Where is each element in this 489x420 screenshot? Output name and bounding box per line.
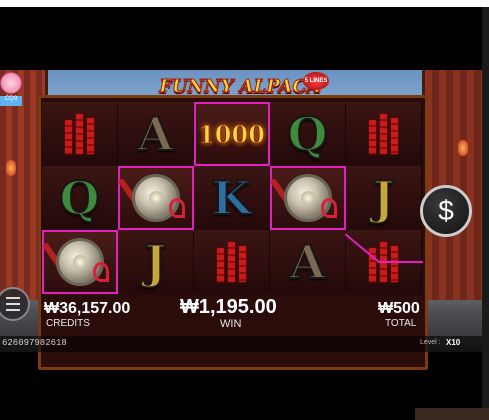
level-value: X10 bbox=[446, 338, 461, 347]
footer-bar: 626097982618 Level : X10 bbox=[0, 336, 482, 352]
letter-q-symbol: Q bbox=[286, 106, 328, 162]
letter-j-symbol: J bbox=[372, 170, 396, 226]
ribbon-icon bbox=[93, 262, 109, 282]
lantern-icon bbox=[6, 160, 16, 176]
reel-cell: J bbox=[118, 230, 194, 294]
win-value: ₩1,195.00 bbox=[180, 296, 277, 318]
letter-a-symbol: A bbox=[289, 234, 327, 290]
credits-label: CREDITS bbox=[46, 318, 90, 329]
coin-button[interactable]: $ bbox=[420, 185, 472, 237]
payline-indicator bbox=[345, 233, 423, 263]
reel-cell bbox=[41, 230, 118, 294]
ribbon-icon bbox=[321, 198, 337, 218]
total-bet-value[interactable]: ₩500 bbox=[378, 300, 420, 318]
dollar-icon: $ bbox=[438, 195, 454, 226]
letter-j-symbol: J bbox=[144, 234, 168, 290]
reel-cell: A bbox=[270, 230, 346, 294]
provider-tag: CQ9 bbox=[0, 96, 22, 106]
reel-cell bbox=[42, 102, 118, 166]
lines-badge: 5 LINES bbox=[303, 72, 329, 90]
firecrackers-symbol-icon bbox=[368, 113, 399, 155]
reel-cell bbox=[117, 166, 194, 230]
letter-a-symbol: A bbox=[137, 106, 175, 162]
game-title: FUNNY ALPACA 5 LINES bbox=[150, 72, 330, 106]
bonus-1000-symbol: 1000 bbox=[198, 119, 266, 149]
win-label: WIN bbox=[220, 318, 242, 330]
reel-cell bbox=[346, 102, 422, 166]
credits-value: ₩36,157.00 bbox=[44, 300, 131, 317]
reel-cell: 1000 bbox=[194, 102, 270, 166]
reel-cell: J bbox=[346, 166, 422, 230]
bottom-corner-strip bbox=[415, 408, 489, 420]
reel-cell: Q bbox=[270, 102, 346, 166]
reel-cell: K bbox=[194, 166, 270, 230]
session-id: 626097982618 bbox=[2, 338, 67, 348]
provider-logo: CQ9 bbox=[0, 72, 22, 110]
letter-q-symbol: Q bbox=[58, 170, 100, 226]
pig-logo-icon bbox=[0, 72, 22, 94]
hamburger-menu-icon bbox=[6, 297, 20, 299]
firecrackers-symbol-icon bbox=[216, 241, 247, 283]
lantern-icon bbox=[458, 140, 468, 156]
right-window-frame bbox=[482, 7, 489, 420]
info-bar: ₩36,157.00 CREDITS ₩1,195.00 WIN ₩500 TO… bbox=[0, 296, 482, 336]
reel-cell bbox=[269, 166, 346, 230]
top-white-strip bbox=[0, 0, 489, 7]
total-bet-label: TOTAL bbox=[385, 318, 417, 329]
letter-k-symbol: K bbox=[211, 170, 253, 226]
ribbon-icon bbox=[169, 198, 185, 218]
level-label: Level : bbox=[420, 339, 441, 346]
reel-cell: Q bbox=[42, 166, 118, 230]
firecrackers-symbol-icon bbox=[64, 113, 95, 155]
reel-cell: A bbox=[118, 102, 194, 166]
reel-cell bbox=[194, 230, 270, 294]
